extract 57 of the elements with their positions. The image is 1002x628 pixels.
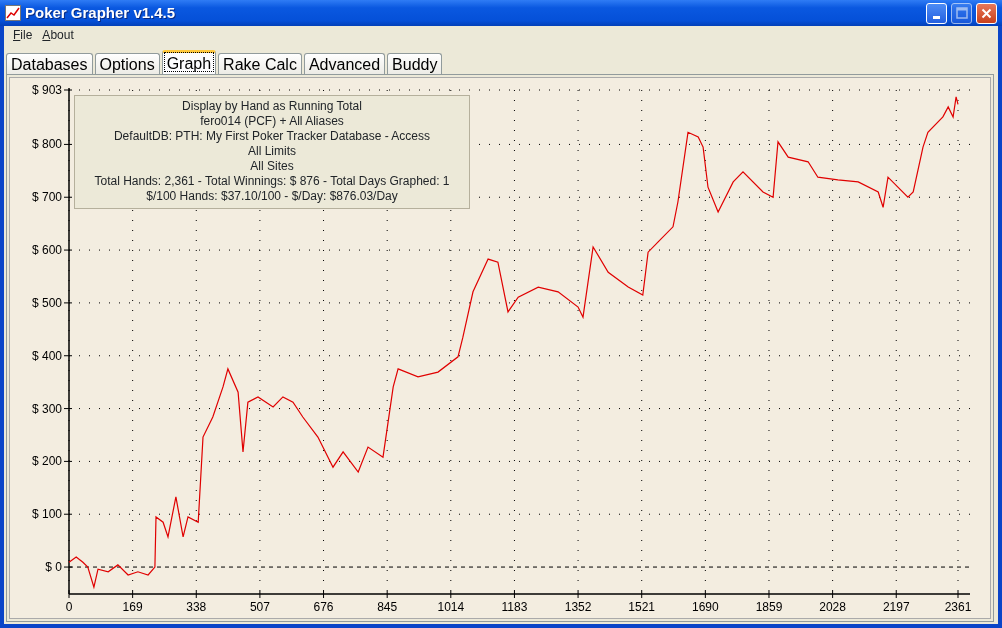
y-axis-label: $ 100 [31,507,62,522]
window-title: Poker Grapher v1.4.5 [25,2,176,23]
tab[interactable]: Options [94,53,160,74]
y-axis-label: $ 200 [31,454,62,469]
y-axis-label: $ 903 [31,83,62,97]
minimize-button[interactable] [926,2,947,24]
tick-mark [63,302,73,304]
x-axis-label: 338 [186,600,207,614]
tab[interactable]: Advanced [303,53,386,74]
x-axis-label: 1521 [628,600,656,614]
info-text: fero014 (PCF) + All Aliases [199,114,345,129]
y-axis-label: $ 300 [31,401,62,416]
x-axis-label: 2028 [819,600,846,614]
info-text: Total Hands: 2,361 - Total Winnings: $ 876 - Total Days Graphed: 1 [93,174,451,189]
maximize-icon [955,7,968,19]
tab[interactable]: Rake Calc [218,53,302,74]
tick-mark [63,196,73,198]
info-text: Display by Hand as Running Total [181,99,363,114]
info-text: $/100 Hands: $37.10/100 - $/Day: $876.03/Day [145,189,399,204]
x-axis-label: 2197 [882,600,910,614]
y-axis-label: $ 0 [45,560,62,575]
close-icon [981,7,992,19]
x-axis-label: 1014 [437,600,465,614]
x-axis-label: 507 [249,600,270,614]
menu-item[interactable]: About [37,26,79,44]
y-axis-label: $ 500 [31,295,62,310]
y-axis-label: $ 600 [31,243,62,258]
x-axis-label: 1352 [564,600,592,614]
y-axis-label: $ 400 [31,348,62,363]
tab[interactable]: Graph [161,50,217,74]
menu-item[interactable]: File [8,26,38,44]
app-icon [5,5,21,21]
tick-mark [63,513,73,515]
x-axis-label: 1183 [501,600,528,614]
minimize-icon [933,15,940,19]
tick-mark [63,89,73,91]
tick-mark [63,460,73,462]
tick-mark [63,355,73,357]
maximize-button[interactable] [951,2,972,24]
x-axis-label: 2361 [944,600,972,614]
tick-mark [63,143,73,145]
x-axis-label: 676 [313,600,334,614]
tick-mark [63,408,73,410]
info-text: All Limits [247,144,297,159]
close-button[interactable] [976,2,997,24]
x-axis-label: 845 [377,600,398,614]
y-axis-label: $ 700 [31,190,62,205]
x-axis-label: 1859 [755,600,783,614]
x-axis-label: 1690 [692,600,719,614]
x-axis-label: 169 [122,600,143,614]
info-text: All Sites [249,159,295,174]
info-text: DefaultDB: PTH: My First Poker Tracker Database - Access [112,129,432,144]
x-axis-label: 0 [65,600,73,614]
tab[interactable]: Databases [6,53,93,74]
y-axis-label: $ 800 [31,137,62,152]
tick-mark [63,249,73,251]
tab[interactable]: Buddy [387,53,443,74]
